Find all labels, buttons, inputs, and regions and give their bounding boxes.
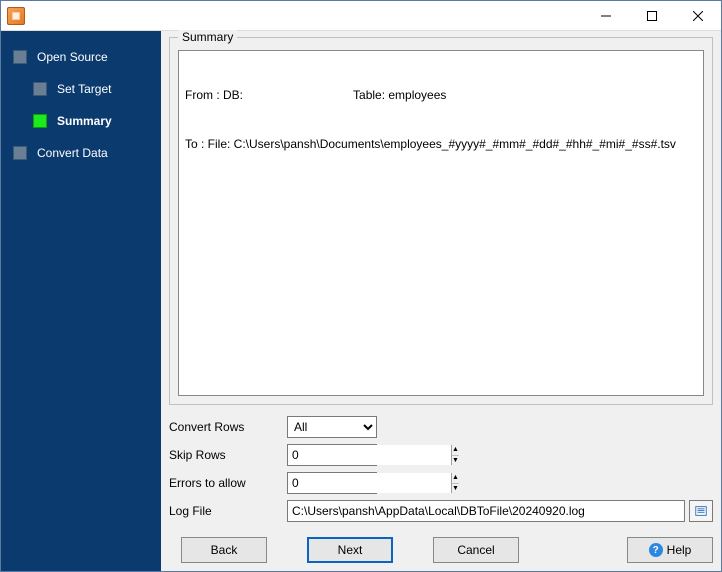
summary-title: Summary	[178, 30, 237, 44]
titlebar	[1, 1, 721, 31]
minimize-button[interactable]	[583, 1, 629, 31]
step-set-target[interactable]: Set Target	[1, 73, 161, 105]
main-panel: Summary From : DB: Table: employees To :…	[161, 31, 721, 571]
errors-allow-input[interactable]	[288, 473, 451, 493]
log-file-input[interactable]	[287, 500, 685, 522]
errors-allow-label: Errors to allow	[169, 476, 287, 490]
step-convert-data[interactable]: Convert Data	[1, 137, 161, 169]
summary-from: From : DB:	[185, 87, 243, 103]
step-label: Set Target	[57, 82, 111, 96]
skip-rows-spinner[interactable]: ▲ ▼	[287, 444, 377, 466]
spin-up-icon[interactable]: ▲	[452, 473, 459, 484]
spin-down-icon[interactable]: ▼	[452, 456, 459, 466]
step-box-icon	[33, 114, 47, 128]
back-button[interactable]: Back	[181, 537, 267, 563]
summary-table: Table: employees	[353, 87, 446, 103]
wizard-sidebar: Open Source Set Target Summary Convert D…	[1, 31, 161, 571]
help-button[interactable]: ? Help	[627, 537, 713, 563]
app-window: Open Source Set Target Summary Convert D…	[0, 0, 722, 572]
step-summary[interactable]: Summary	[1, 105, 161, 137]
step-label: Open Source	[37, 50, 108, 64]
summary-text: From : DB: Table: employees To : File: C…	[178, 50, 704, 396]
step-box-icon	[13, 50, 27, 64]
convert-rows-label: Convert Rows	[169, 420, 287, 434]
app-icon	[7, 7, 25, 25]
spin-up-icon[interactable]: ▲	[452, 445, 459, 456]
step-box-icon	[13, 146, 27, 160]
skip-rows-label: Skip Rows	[169, 448, 287, 462]
browse-button[interactable]	[689, 500, 713, 522]
step-label: Summary	[57, 114, 112, 128]
log-file-label: Log File	[169, 504, 287, 518]
options-form: Convert Rows All Skip Rows ▲ ▼	[169, 413, 713, 525]
folder-icon	[694, 504, 708, 518]
cancel-button[interactable]: Cancel	[433, 537, 519, 563]
errors-allow-spinner[interactable]: ▲ ▼	[287, 472, 377, 494]
help-icon: ?	[649, 543, 663, 557]
step-label: Convert Data	[37, 146, 108, 160]
summary-groupbox: Summary From : DB: Table: employees To :…	[169, 37, 713, 405]
spin-down-icon[interactable]: ▼	[452, 484, 459, 494]
maximize-button[interactable]	[629, 1, 675, 31]
next-button[interactable]: Next	[307, 537, 393, 563]
step-box-icon	[33, 82, 47, 96]
convert-rows-select[interactable]: All	[287, 416, 377, 438]
skip-rows-input[interactable]	[288, 445, 451, 465]
step-open-source[interactable]: Open Source	[1, 41, 161, 73]
wizard-footer: Back Next Cancel ? Help	[169, 537, 713, 563]
close-button[interactable]	[675, 1, 721, 31]
summary-to: To : File: C:\Users\pansh\Documents\empl…	[185, 136, 697, 152]
